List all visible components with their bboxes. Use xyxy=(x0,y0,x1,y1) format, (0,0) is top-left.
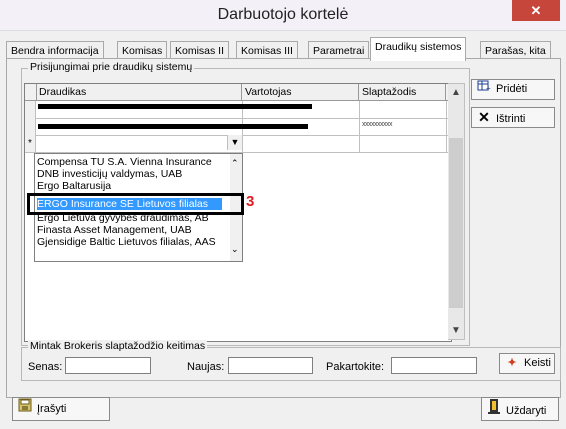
chevron-up-icon[interactable]: ⌃ xyxy=(231,158,239,169)
table-row[interactable]: xxxxxxxxxx xyxy=(25,118,451,136)
redacted-text xyxy=(38,104,248,109)
cell-draudikas[interactable] xyxy=(36,118,308,135)
row-indicator xyxy=(25,118,36,135)
annotation-highlight-box xyxy=(27,193,244,215)
add-button[interactable]: + Pridėti xyxy=(471,79,555,100)
scroll-down-icon[interactable]: ▼ xyxy=(448,322,464,339)
table-row[interactable] xyxy=(25,101,451,119)
close-button-label: Uždaryti xyxy=(506,405,547,417)
dropdown-item[interactable]: Ergo Baltarusija xyxy=(37,180,222,192)
redacted-text xyxy=(242,104,312,109)
cell-draudikas[interactable] xyxy=(36,101,248,118)
annotation-step-number: 3 xyxy=(246,193,255,210)
grid-header: Draudikas Vartotojas Slaptažodis xyxy=(25,84,451,101)
exit-door-icon xyxy=(486,398,502,422)
save-button[interactable]: Įrašyti xyxy=(12,397,110,421)
dropdown-item[interactable]: Compensa TU S.A. Vienna Insurance xyxy=(37,156,222,168)
password-mask: xxxxxxxxxx xyxy=(362,121,393,128)
draudikas-combo[interactable]: ▼ xyxy=(36,135,243,152)
column-header-slaptazodis[interactable]: Slaptažodis xyxy=(359,84,446,100)
cell-slaptazodis[interactable] xyxy=(359,135,447,152)
cell-vartotojas[interactable] xyxy=(242,118,360,135)
repeat-password-label: Pakartokite: xyxy=(326,361,385,373)
cell-vartotojas[interactable] xyxy=(242,135,360,152)
chevron-down-icon[interactable]: ⌄ xyxy=(231,244,239,255)
tab-draudiku-sistemos[interactable]: Draudikų sistemos xyxy=(370,37,467,61)
connections-group-label: Prisijungimai prie draudikų sistemų xyxy=(28,61,195,73)
svg-text:+: + xyxy=(486,84,491,92)
title-bar: Darbuotojo kortelė ✕ xyxy=(0,0,566,31)
dropdown-item[interactable]: DNB investicijų valdymas, UAB xyxy=(37,168,222,180)
cell-slaptazodis[interactable]: xxxxxxxxxx xyxy=(359,118,447,135)
new-password-input[interactable] xyxy=(228,357,313,374)
new-row-marker: * xyxy=(25,135,36,152)
old-password-input[interactable] xyxy=(65,357,151,374)
cell-slaptazodis[interactable] xyxy=(359,101,447,118)
dropdown-item[interactable]: Finasta Asset Management, UAB xyxy=(37,224,222,236)
column-header-vartotojas[interactable]: Vartotojas xyxy=(242,84,359,100)
change-button-label: Keisti xyxy=(524,357,551,369)
scroll-thumb[interactable] xyxy=(449,138,463,308)
cell-vartotojas[interactable] xyxy=(242,101,360,118)
new-password-label: Naujas: xyxy=(187,361,225,373)
new-row[interactable]: * ▼ xyxy=(25,135,451,153)
delete-button[interactable]: ✕ Ištrinti xyxy=(471,107,555,128)
chevron-down-icon[interactable]: ▼ xyxy=(227,135,242,150)
repeat-password-input[interactable] xyxy=(391,357,477,374)
close-window-button[interactable]: ✕ xyxy=(512,0,560,21)
scroll-up-icon[interactable]: ▲ xyxy=(448,84,464,101)
close-button[interactable]: Uždaryti xyxy=(481,397,559,421)
column-header-draudikas[interactable]: Draudikas xyxy=(36,84,242,100)
change-password-button[interactable]: ✦ Keisti xyxy=(499,353,555,374)
old-password-label: Senas: xyxy=(28,361,63,373)
table-add-icon: + xyxy=(476,80,492,99)
save-icon xyxy=(17,398,33,420)
add-button-label: Pridėti xyxy=(496,83,528,95)
x-icon: ✕ xyxy=(478,109,490,125)
grid-scrollbar[interactable]: ▲ ▼ xyxy=(448,83,465,340)
window-title: Darbuotojo kortelė xyxy=(217,6,349,23)
delete-button-label: Ištrinti xyxy=(496,113,526,125)
password-change-group-label: Mintak Brokeris slaptažodžio keitimas xyxy=(28,340,208,352)
row-indicator xyxy=(25,101,36,118)
save-button-label: Įrašyti xyxy=(37,403,67,415)
dropdown-item[interactable]: Gjensidige Baltic Lietuvos filialas, AAS xyxy=(37,236,222,248)
key-change-icon: ✦ xyxy=(507,357,517,369)
